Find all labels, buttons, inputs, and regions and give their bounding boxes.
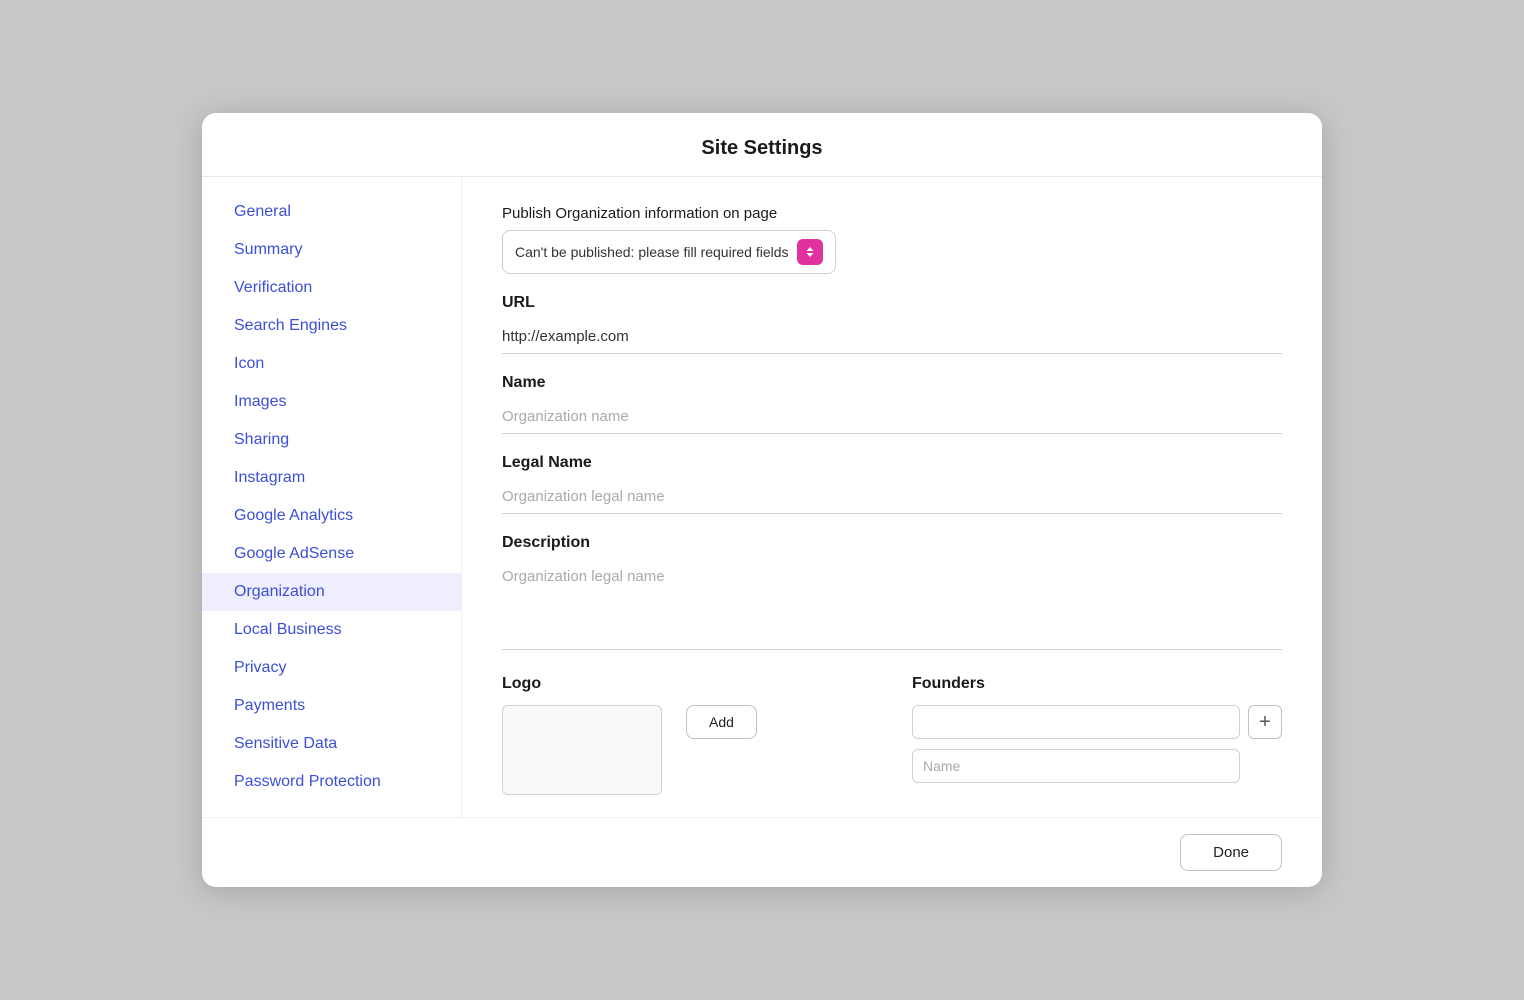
founder-name-input[interactable] <box>912 749 1240 783</box>
sidebar-item-sensitive-data[interactable]: Sensitive Data <box>202 725 461 763</box>
sidebar-item-verification[interactable]: Verification <box>202 269 461 307</box>
modal-body: General Summary Verification Search Engi… <box>202 177 1322 817</box>
founders-label: Founders <box>912 675 1282 693</box>
publish-section: Publish Organization information on page… <box>502 205 1282 274</box>
sidebar-item-google-adsense[interactable]: Google AdSense <box>202 535 461 573</box>
description-label: Description <box>502 534 1282 552</box>
logo-label: Logo <box>502 675 872 693</box>
sidebar-item-privacy[interactable]: Privacy <box>202 649 461 687</box>
founder-name-row <box>912 749 1282 783</box>
legal-name-label: Legal Name <box>502 454 1282 472</box>
name-section: Name <box>502 374 1282 434</box>
name-input[interactable] <box>502 400 1282 434</box>
sidebar: General Summary Verification Search Engi… <box>202 177 462 817</box>
description-section: Description <box>502 534 1282 655</box>
sidebar-item-search-engines[interactable]: Search Engines <box>202 307 461 345</box>
modal-header: Site Settings <box>202 113 1322 177</box>
legal-name-input[interactable] <box>502 480 1282 514</box>
sidebar-item-payments[interactable]: Payments <box>202 687 461 725</box>
modal-title: Site Settings <box>202 137 1322 160</box>
main-content: Publish Organization information on page… <box>462 177 1322 817</box>
logo-section: Logo Add <box>502 675 872 795</box>
sidebar-item-google-analytics[interactable]: Google Analytics <box>202 497 461 535</box>
url-section: URL <box>502 294 1282 354</box>
sidebar-item-images[interactable]: Images <box>202 383 461 421</box>
site-settings-modal: Site Settings General Summary Verificati… <box>202 113 1322 887</box>
logo-placeholder <box>502 705 662 795</box>
logo-founders-row: Logo Add Founders + <box>502 675 1282 795</box>
founders-section: Founders + <box>912 675 1282 795</box>
chevron-updown-icon <box>802 244 818 260</box>
modal-footer: Done <box>202 817 1322 887</box>
legal-name-section: Legal Name <box>502 454 1282 514</box>
sidebar-item-instagram[interactable]: Instagram <box>202 459 461 497</box>
founders-input[interactable] <box>912 705 1240 739</box>
url-input[interactable] <box>502 320 1282 354</box>
sidebar-item-sharing[interactable]: Sharing <box>202 421 461 459</box>
founders-input-wrapper: + <box>912 705 1282 739</box>
publish-label: Publish Organization information on page <box>502 205 1282 222</box>
sidebar-item-icon[interactable]: Icon <box>202 345 461 383</box>
publish-select-text: Can't be published: please fill required… <box>515 244 789 260</box>
description-input[interactable] <box>502 560 1282 650</box>
sidebar-item-local-business[interactable]: Local Business <box>202 611 461 649</box>
add-logo-button[interactable]: Add <box>686 705 757 739</box>
sidebar-item-general[interactable]: General <box>202 193 461 231</box>
done-button[interactable]: Done <box>1180 834 1282 871</box>
sidebar-item-summary[interactable]: Summary <box>202 231 461 269</box>
publish-select-icon[interactable] <box>797 239 823 265</box>
publish-select-wrapper[interactable]: Can't be published: please fill required… <box>502 230 836 274</box>
logo-add-row: Add <box>502 705 872 795</box>
name-label: Name <box>502 374 1282 392</box>
add-founder-button[interactable]: + <box>1248 705 1282 739</box>
sidebar-item-organization[interactable]: Organization <box>202 573 461 611</box>
sidebar-item-password-protection[interactable]: Password Protection <box>202 763 461 801</box>
url-label: URL <box>502 294 1282 312</box>
